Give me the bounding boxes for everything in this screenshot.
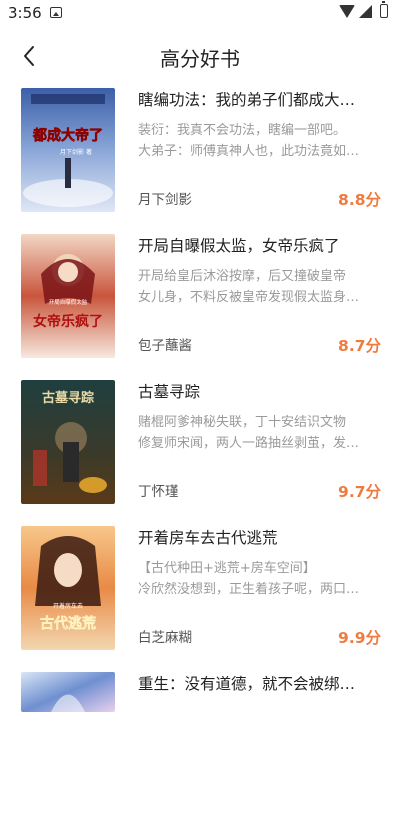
book-description: 赌棍阿爹神秘失联，丁十安结识文物 修复师宋闻，两人一路抽丝剥茧，发… [138, 412, 381, 454]
description-line: 赌棍阿爹神秘失联，丁十安结识文物 [138, 415, 347, 430]
book-cover: 古墓寻踪 [21, 380, 115, 504]
book-description: 开局给皇后沐浴按摩，后又撞破皇帝 女儿身，不料反被皇帝发现假太监身… [138, 266, 381, 308]
cover-title: 都成大帝了 [32, 127, 103, 144]
status-time: 3:56 [8, 4, 42, 22]
cover-title: 古代逃荒 [40, 615, 96, 632]
wifi-icon [339, 5, 355, 18]
status-bar: 3:56 [0, 0, 400, 28]
signal-icon [359, 5, 372, 18]
book-item[interactable]: 重生：没有道德，就不会被绑… [0, 672, 400, 818]
cover-author: 月下剑影 著 [60, 148, 92, 156]
book-item[interactable]: 女帝乐疯了 开局自曝假太监 开局自曝假太监，女帝乐疯了 开局给皇后沐浴按摩，后又… [0, 234, 400, 380]
book-cover [21, 672, 115, 712]
book-author: 月下剑影 [138, 192, 192, 208]
book-description: 装衍：我真不会功法，瞎编一部吧。 大弟子：师傅真神人也，此功法竟如… [138, 120, 381, 162]
book-title: 瞎编功法：我的弟子们都成大… [138, 91, 356, 109]
description-line: 大弟子：师傅真神人也，此功法竟如… [138, 144, 360, 159]
book-description: 【古代种田+逃荒+房车空间】 冷欣然没想到，正生着孩子呢，两口… [138, 558, 381, 600]
cover-title: 古墓寻踪 [42, 390, 94, 406]
book-title: 古墓寻踪 [138, 383, 201, 401]
description-line: 开局给皇后沐浴按摩，后又撞破皇帝 [138, 269, 347, 284]
book-author: 包子蘸酱 [138, 338, 192, 354]
page-title: 高分好书 [160, 47, 240, 71]
header-bar: 高分好书 [0, 28, 400, 84]
book-title: 开局自曝假太监，女帝乐疯了 [138, 237, 340, 255]
description-line: 冷欣然没想到，正生着孩子呢，两口… [138, 582, 360, 597]
book-item[interactable]: 开着房车去 古代逃荒 开着房车去古代逃荒 【古代种田+逃荒+房车空间】 冷欣然没… [0, 526, 400, 672]
battery-icon [380, 1, 388, 18]
book-author: 白芝麻糊 [138, 630, 192, 646]
description-line: 女儿身，不料反被皇帝发现假太监身… [138, 290, 360, 305]
gallery-notification-icon [50, 7, 62, 18]
book-list: 都成大帝了 月下剑影 著 瞎编功法：我的弟子们都成大… 装衍：我真不会功法，瞎编… [0, 88, 400, 818]
book-score: 9.9分 [338, 629, 381, 647]
book-title: 重生：没有道德，就不会被绑… [138, 675, 356, 693]
book-title: 开着房车去古代逃荒 [138, 529, 278, 547]
book-item[interactable]: 古墓寻踪 古墓寻踪 赌棍阿爹神秘失联，丁十安结识文物 修复师宋闻，两人一路抽丝剥… [0, 380, 400, 526]
book-item[interactable]: 都成大帝了 月下剑影 著 瞎编功法：我的弟子们都成大… 装衍：我真不会功法，瞎编… [0, 88, 400, 234]
book-score: 9.7分 [338, 483, 381, 501]
book-cover: 都成大帝了 月下剑影 著 [21, 88, 115, 212]
cover-subtitle: 开局自曝假太监 [49, 298, 88, 306]
book-cover: 开着房车去 古代逃荒 [21, 526, 115, 650]
description-line: 修复师宋闻，两人一路抽丝剥茧，发… [138, 436, 360, 451]
description-line: 【古代种田+逃荒+房车空间】 [138, 561, 316, 576]
book-score: 8.7分 [338, 337, 381, 355]
book-author: 丁怀瑾 [138, 484, 179, 500]
cover-subtitle: 开着房车去 [53, 602, 83, 610]
description-line: 装衍：我真不会功法，瞎编一部吧。 [138, 123, 347, 138]
book-cover: 女帝乐疯了 开局自曝假太监 [21, 234, 115, 358]
book-score: 8.8分 [338, 191, 381, 209]
cover-title: 女帝乐疯了 [33, 313, 103, 330]
